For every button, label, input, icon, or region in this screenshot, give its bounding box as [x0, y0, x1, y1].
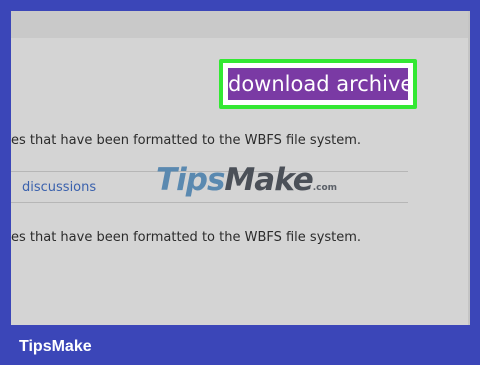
description-text-repeat: es that have been formatted to the WBFS … [11, 230, 362, 245]
footer-brand: TipsMake [19, 338, 92, 355]
tab-discussions[interactable]: discussions [22, 180, 96, 195]
watermark-suffix: .com [312, 183, 338, 193]
scrollbar-edge [468, 11, 470, 325]
download-archive-button[interactable]: download archive [228, 68, 408, 100]
top-bar [11, 11, 470, 38]
download-highlight: download archive [219, 59, 417, 109]
watermark-make: Make [224, 162, 313, 198]
watermark-tips: Tips [156, 162, 225, 198]
tipsmake-watermark: TipsMake.com [156, 162, 337, 198]
screenshot-frame: download archive es that have been forma… [11, 11, 470, 325]
description-text: es that have been formatted to the WBFS … [11, 133, 362, 148]
